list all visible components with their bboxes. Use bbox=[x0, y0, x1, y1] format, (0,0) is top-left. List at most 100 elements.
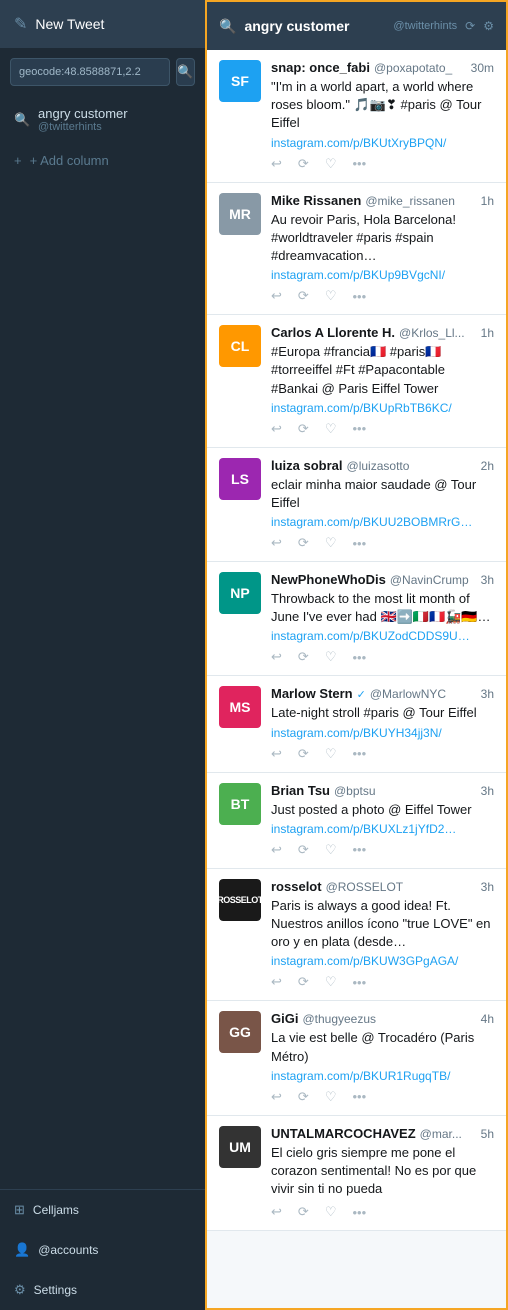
like-button[interactable]: ♡ bbox=[325, 421, 337, 437]
like-button[interactable]: ♡ bbox=[325, 649, 337, 665]
tweet-text: Throwback to the most lit month of June … bbox=[271, 590, 494, 626]
tweet-actions: ↩ ⟳ ♡ ••• bbox=[271, 1089, 494, 1105]
more-button[interactable]: ••• bbox=[352, 156, 366, 172]
retweet-button[interactable]: ⟳ bbox=[298, 842, 309, 858]
tweet-link[interactable]: instagram.com/p/BKUXLz1jYfD2… bbox=[271, 822, 494, 836]
reply-button[interactable]: ↩ bbox=[271, 288, 282, 304]
like-button[interactable]: ♡ bbox=[325, 156, 337, 172]
reply-button[interactable]: ↩ bbox=[271, 746, 282, 762]
column-search-icon: 🔍 bbox=[219, 18, 236, 35]
tweet-link[interactable]: instagram.com/p/BKUW3GPgAGA/ bbox=[271, 954, 494, 968]
like-button[interactable]: ♡ bbox=[325, 842, 337, 858]
tweet-item[interactable]: LSluiza sobral@luizasotto2heclair minha … bbox=[207, 448, 506, 562]
reply-button[interactable]: ↩ bbox=[271, 156, 282, 172]
new-tweet-label: New Tweet bbox=[35, 16, 104, 32]
more-button[interactable]: ••• bbox=[352, 1089, 366, 1105]
tweet-actions: ↩ ⟳ ♡ ••• bbox=[271, 535, 494, 551]
tweet-item[interactable]: ROSSELOTrosselot@ROSSELOT3hParis is alwa… bbox=[207, 869, 506, 1002]
reply-button[interactable]: ↩ bbox=[271, 535, 282, 551]
column-title: angry customer bbox=[244, 18, 385, 34]
like-button[interactable]: ♡ bbox=[325, 288, 337, 304]
tweet-item[interactable]: UMUNTALMARCOCHAVEZ@mar...5hEl cielo gris… bbox=[207, 1116, 506, 1232]
more-button[interactable]: ••• bbox=[352, 421, 366, 437]
celljams-icon: ⊞ bbox=[14, 1202, 25, 1218]
tweet-item[interactable]: NPNewPhoneWhoDis@NavinCrump3hThrowback t… bbox=[207, 562, 506, 676]
reply-button[interactable]: ↩ bbox=[271, 842, 282, 858]
tweet-avatar: MS bbox=[219, 686, 261, 728]
tweet-link[interactable]: instagram.com/p/BKUYH34jj3N/ bbox=[271, 726, 494, 740]
more-button[interactable]: ••• bbox=[352, 649, 366, 665]
tweet-handle: @MarlowNYC bbox=[370, 687, 446, 701]
sidebar-search-row: 🔍 bbox=[0, 48, 205, 96]
geocode-input[interactable] bbox=[10, 58, 170, 86]
sidebar-item-angry-customer[interactable]: 🔍 angry customer @twitterhints bbox=[0, 96, 205, 143]
more-button[interactable]: ••• bbox=[352, 1204, 366, 1220]
tweet-header: UNTALMARCOCHAVEZ@mar...5h bbox=[271, 1126, 494, 1141]
tweet-link[interactable]: instagram.com/p/BKUpRbTB6KC/ bbox=[271, 401, 494, 415]
more-button[interactable]: ••• bbox=[352, 974, 366, 990]
retweet-button[interactable]: ⟳ bbox=[298, 156, 309, 172]
tweet-avatar: MR bbox=[219, 193, 261, 235]
tweet-actions: ↩ ⟳ ♡ ••• bbox=[271, 288, 494, 304]
retweet-button[interactable]: ⟳ bbox=[298, 649, 309, 665]
like-button[interactable]: ♡ bbox=[325, 746, 337, 762]
sidebar-item-settings[interactable]: ⚙ Settings bbox=[0, 1270, 205, 1310]
like-button[interactable]: ♡ bbox=[325, 974, 337, 990]
tweet-text: Late-night stroll #paris @ Tour Eiffel bbox=[271, 704, 494, 722]
like-button[interactable]: ♡ bbox=[325, 1204, 337, 1220]
search-button[interactable]: 🔍 bbox=[176, 58, 195, 86]
column-header: 🔍 angry customer @twitterhints ⟳ ⚙ bbox=[207, 2, 506, 50]
tweet-avatar: ROSSELOT bbox=[219, 879, 261, 921]
settings-icon[interactable]: ⚙ bbox=[483, 19, 494, 33]
sidebar-item-celljams[interactable]: ⊞ Celljams bbox=[0, 1190, 205, 1230]
more-button[interactable]: ••• bbox=[352, 535, 366, 551]
tweet-item[interactable]: SFsnap: once_fabi@poxapotato_30m"I'm in … bbox=[207, 50, 506, 183]
rosselot-logo: ROSSELOT bbox=[219, 879, 261, 921]
tweet-item[interactable]: GGGiGi@thugyeezus4hLa vie est belle @ Tr… bbox=[207, 1001, 506, 1115]
reply-button[interactable]: ↩ bbox=[271, 649, 282, 665]
new-tweet-header[interactable]: ✎ New Tweet bbox=[0, 0, 205, 48]
refresh-icon[interactable]: ⟳ bbox=[465, 19, 475, 33]
retweet-button[interactable]: ⟳ bbox=[298, 1089, 309, 1105]
retweet-button[interactable]: ⟳ bbox=[298, 288, 309, 304]
tweet-link[interactable]: instagram.com/p/BKUU2BOBMRrG… bbox=[271, 515, 494, 529]
tweet-item[interactable]: MSMarlow Stern✓@MarlowNYC3hLate-night st… bbox=[207, 676, 506, 772]
tweet-link[interactable]: instagram.com/p/BKUR1RugqTB/ bbox=[271, 1069, 494, 1083]
avatar-placeholder: LS bbox=[219, 458, 261, 500]
tweet-name: snap: once_fabi bbox=[271, 60, 370, 75]
retweet-button[interactable]: ⟳ bbox=[298, 746, 309, 762]
reply-button[interactable]: ↩ bbox=[271, 974, 282, 990]
tweet-link[interactable]: instagram.com/p/BKUZodCDDS9U… bbox=[271, 629, 494, 643]
tweet-actions: ↩ ⟳ ♡ ••• bbox=[271, 1204, 494, 1220]
reply-button[interactable]: ↩ bbox=[271, 1089, 282, 1105]
more-button[interactable]: ••• bbox=[352, 842, 366, 858]
retweet-button[interactable]: ⟳ bbox=[298, 1204, 309, 1220]
tweet-item[interactable]: BTBrian Tsu@bptsu3hJust posted a photo @… bbox=[207, 773, 506, 869]
like-button[interactable]: ♡ bbox=[325, 535, 337, 551]
reply-button[interactable]: ↩ bbox=[271, 1204, 282, 1220]
more-button[interactable]: ••• bbox=[352, 288, 366, 304]
tweet-time: 3h bbox=[481, 687, 494, 701]
like-button[interactable]: ♡ bbox=[325, 1089, 337, 1105]
sidebar-item-accounts[interactable]: 👤 @accounts bbox=[0, 1230, 205, 1270]
add-column-button[interactable]: + + Add column bbox=[0, 143, 205, 178]
tweet-header: snap: once_fabi@poxapotato_30m bbox=[271, 60, 494, 75]
tweet-item[interactable]: CLCarlos A Llorente H.@Krlos_Ll...1h#Eur… bbox=[207, 315, 506, 448]
tweet-time: 5h bbox=[481, 1127, 494, 1141]
retweet-button[interactable]: ⟳ bbox=[298, 421, 309, 437]
tweet-content: NewPhoneWhoDis@NavinCrump3hThrowback to … bbox=[271, 572, 494, 665]
retweet-button[interactable]: ⟳ bbox=[298, 974, 309, 990]
tweet-time: 4h bbox=[481, 1012, 494, 1026]
reply-button[interactable]: ↩ bbox=[271, 421, 282, 437]
more-button[interactable]: ••• bbox=[352, 746, 366, 762]
tweet-text: El cielo gris siempre me pone el corazon… bbox=[271, 1144, 494, 1199]
tweet-time: 1h bbox=[481, 326, 494, 340]
tweet-list: SFsnap: once_fabi@poxapotato_30m"I'm in … bbox=[207, 50, 506, 1308]
retweet-button[interactable]: ⟳ bbox=[298, 535, 309, 551]
tweet-text: Paris is always a good idea! Ft. Nuestro… bbox=[271, 897, 494, 952]
tweet-link[interactable]: instagram.com/p/BKUp9BVgcNI/ bbox=[271, 268, 494, 282]
accounts-icon: 👤 bbox=[14, 1242, 30, 1258]
tweet-link[interactable]: instagram.com/p/BKUtXryBPQN/ bbox=[271, 136, 494, 150]
tweet-handle: @bptsu bbox=[334, 784, 376, 798]
tweet-item[interactable]: MRMike Rissanen@mike_rissanen1hAu revoir… bbox=[207, 183, 506, 316]
